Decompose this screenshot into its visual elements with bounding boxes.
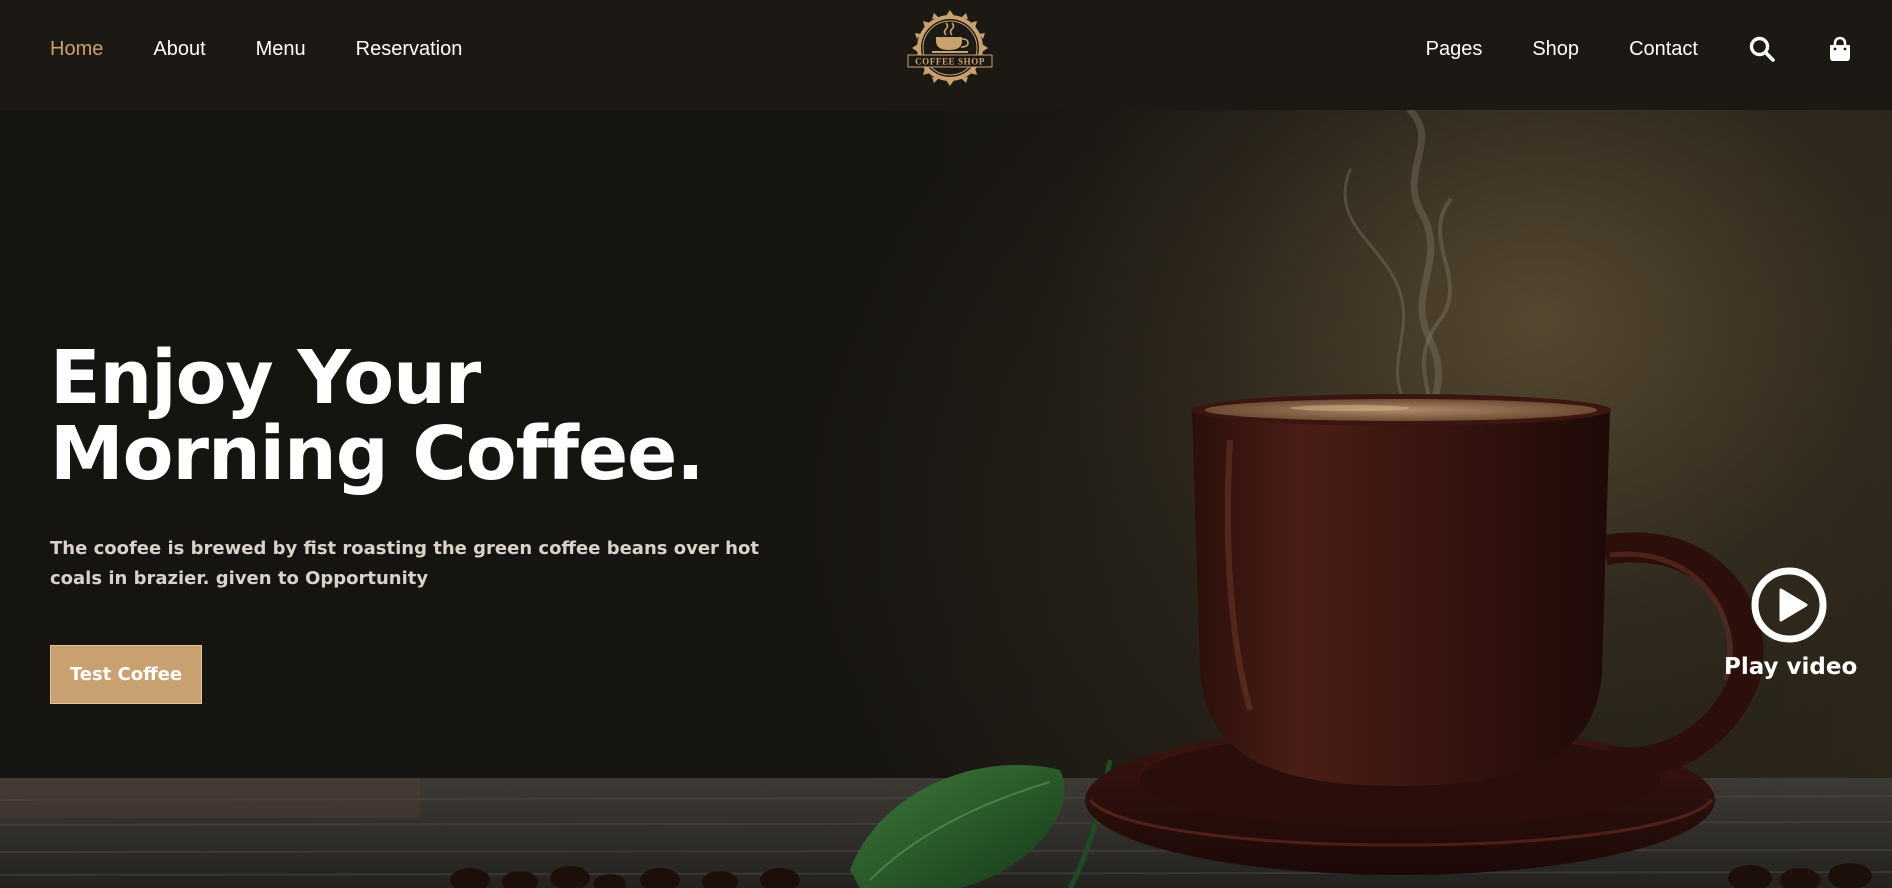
coffee-shop-logo[interactable]: COFFEE SHOP bbox=[904, 10, 996, 86]
logo-icon: COFFEE SHOP bbox=[907, 10, 993, 86]
shopping-bag-icon[interactable] bbox=[1826, 35, 1854, 63]
test-coffee-button[interactable]: Test Coffee bbox=[50, 645, 202, 704]
hero-title: Enjoy Your Morning Coffee. bbox=[50, 335, 704, 497]
search-icon[interactable] bbox=[1748, 35, 1776, 63]
nav-link-pages[interactable]: Pages bbox=[1426, 38, 1483, 61]
nav-link-about[interactable]: About bbox=[153, 38, 205, 61]
hero-description: The coofee is brewed by fist roasting th… bbox=[50, 538, 759, 589]
nav-link-menu[interactable]: Menu bbox=[256, 38, 306, 61]
logo-text: COFFEE SHOP bbox=[915, 57, 985, 67]
play-icon[interactable] bbox=[1750, 566, 1828, 644]
nav-right: Pages Shop Contact bbox=[1426, 0, 1854, 98]
nav-left: Home About Menu Reservation bbox=[50, 0, 462, 98]
nav-link-home[interactable]: Home bbox=[50, 38, 103, 61]
play-video-button[interactable]: Play video bbox=[1724, 566, 1858, 680]
coffee-cup-photo bbox=[0, 110, 1892, 888]
nav-link-reservation[interactable]: Reservation bbox=[356, 38, 463, 61]
navbar: Home About Menu Reservation COFFEE SHOP … bbox=[0, 0, 1892, 110]
page: Home About Menu Reservation COFFEE SHOP … bbox=[0, 0, 1892, 888]
nav-link-contact[interactable]: Contact bbox=[1629, 38, 1698, 61]
play-video-label: Play video bbox=[1724, 654, 1858, 680]
nav-link-shop[interactable]: Shop bbox=[1532, 38, 1579, 61]
hero-section: Enjoy Your Morning Coffee. The coofee is… bbox=[0, 110, 1892, 888]
